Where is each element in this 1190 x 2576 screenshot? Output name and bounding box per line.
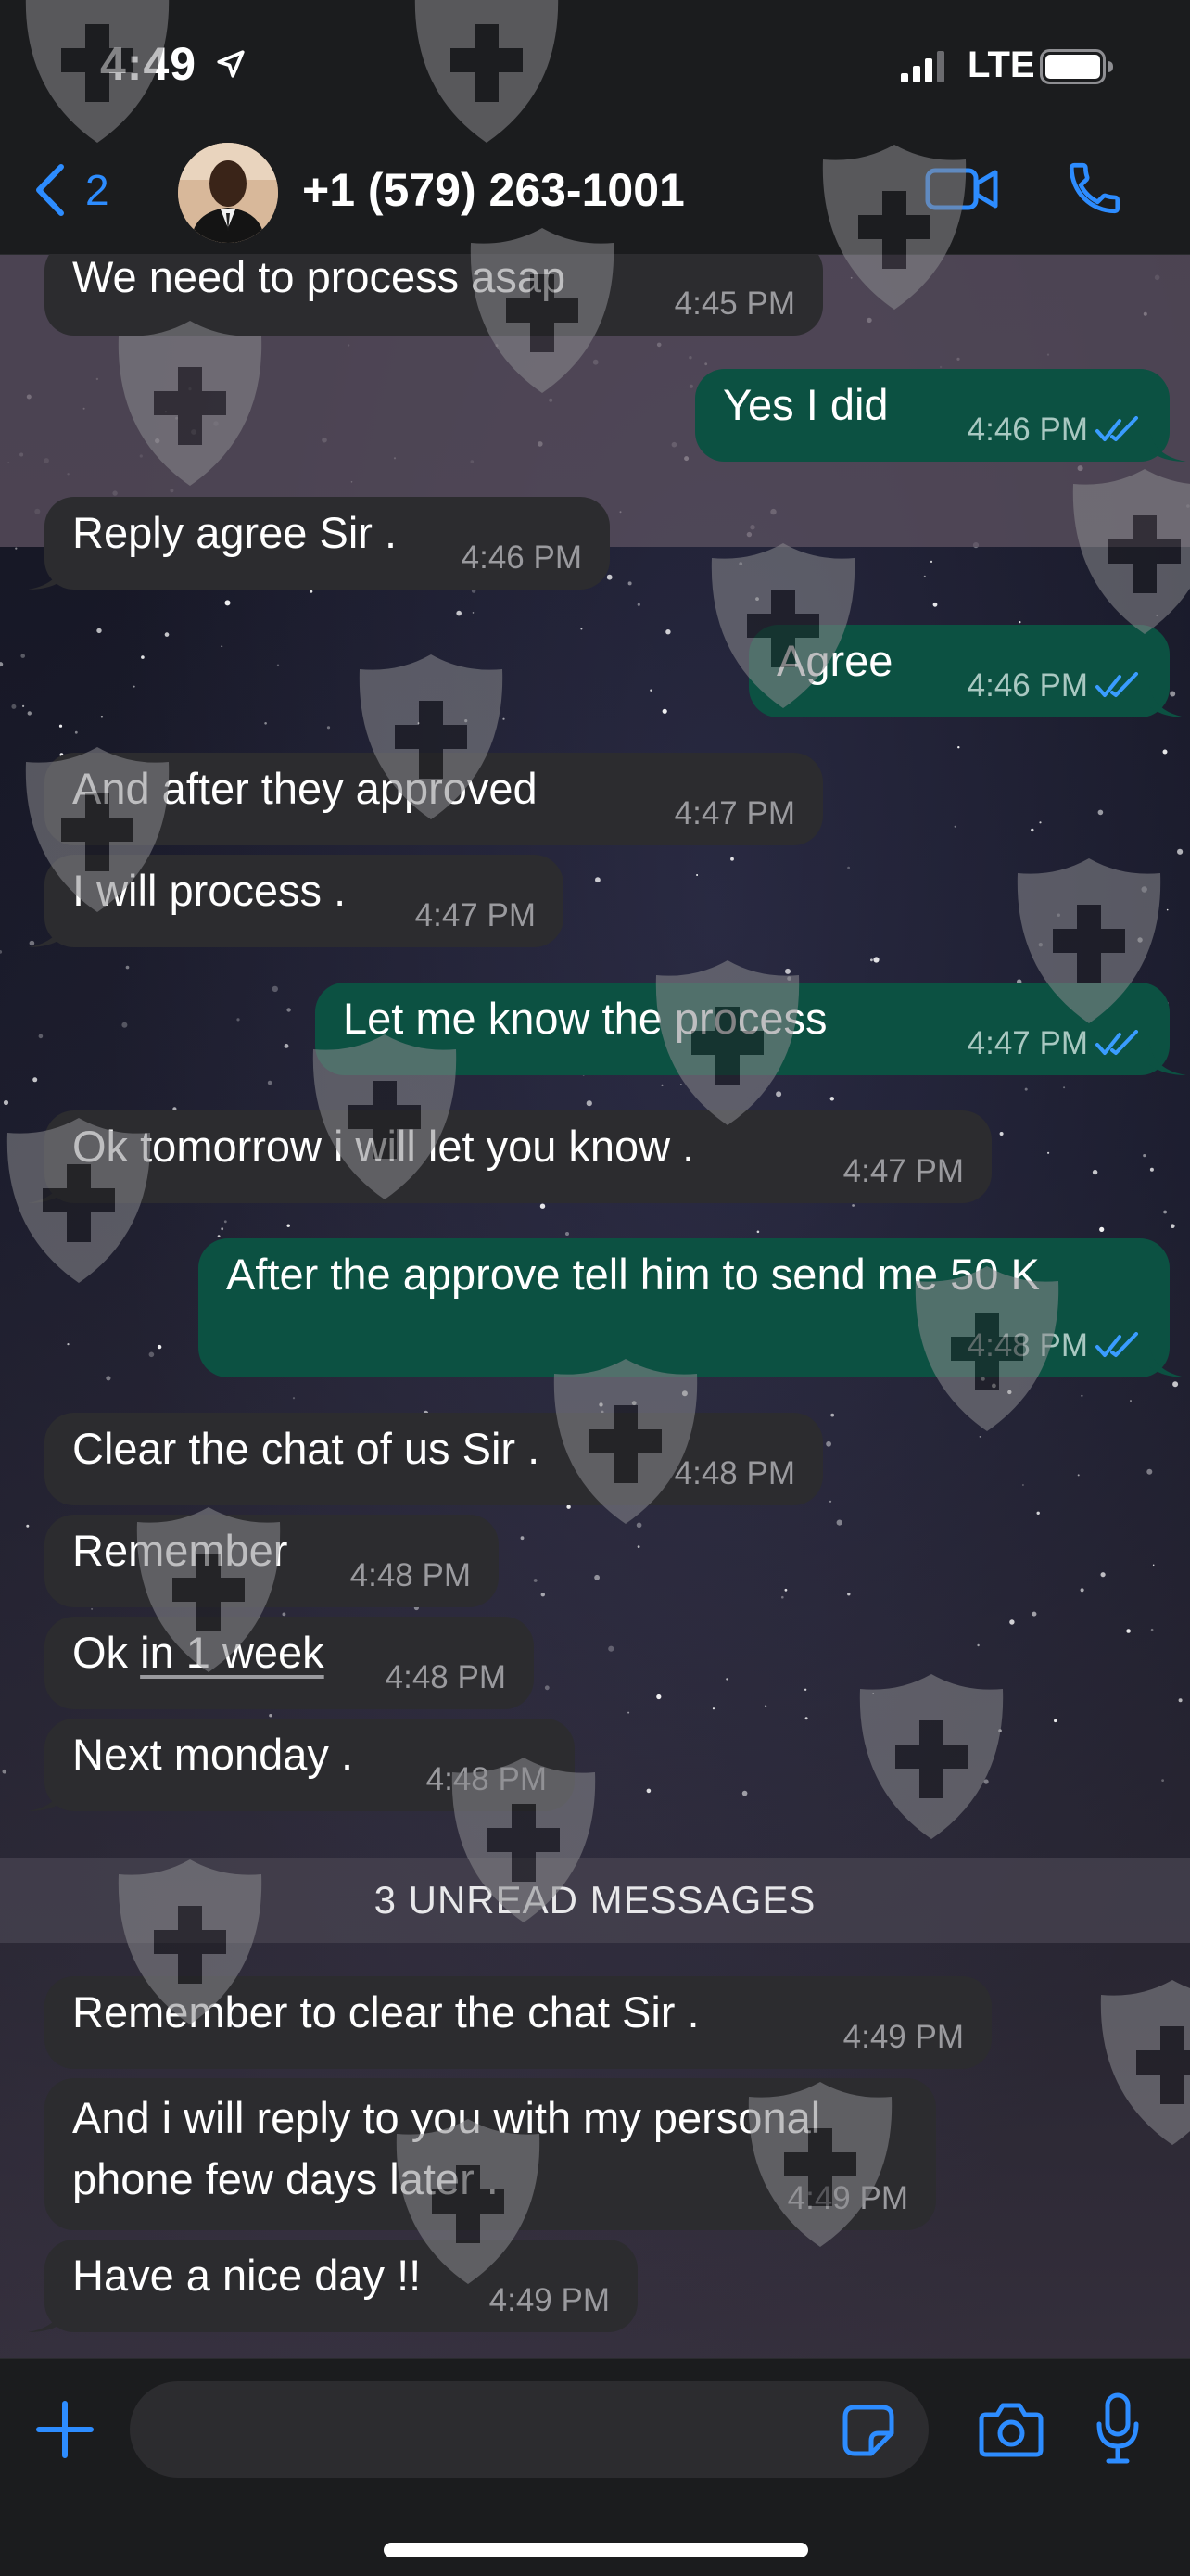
message-bubble[interactable]: Clear the chat of us Sir . 4:48 PM — [44, 1413, 823, 1505]
message-input-bar — [0, 2358, 1190, 2576]
message-text: Reply agree Sir . — [72, 508, 398, 557]
message-text: Remember — [72, 1526, 288, 1575]
contact-avatar[interactable] — [178, 143, 278, 243]
message-bubble[interactable]: Next monday . 4:48 PM — [28, 1719, 575, 1811]
message-time: 4:46 PM — [461, 539, 582, 576]
chevron-left-icon — [36, 164, 64, 216]
message-time: 4:48 PM — [967, 1327, 1088, 1364]
message-bubble[interactable]: And after they approved 4:47 PM — [44, 753, 823, 845]
sticker-icon[interactable] — [842, 2404, 895, 2457]
bubble-tail — [1149, 428, 1186, 462]
message-bubble[interactable]: Ok in 1 week 4:48 PM — [44, 1617, 534, 1709]
battery-icon — [1040, 49, 1113, 84]
message-bubble[interactable]: Ok tomorrow i will let you know . 4:47 P… — [28, 1110, 992, 1203]
message-text: Next monday . — [72, 1730, 354, 1779]
message-text: Agree — [777, 636, 893, 685]
date-link[interactable]: in 1 week — [140, 1628, 324, 1677]
bubble-tail — [28, 914, 65, 947]
read-receipt-icon — [1095, 1030, 1138, 1055]
read-receipt-icon — [1095, 1332, 1138, 1357]
message-bubble[interactable]: Let me know the process 4:47 PM — [315, 983, 1186, 1075]
phone-call-icon[interactable] — [1064, 158, 1125, 219]
message-text: Remember to clear the chat Sir . — [72, 1987, 700, 2037]
message-time: 4:49 PM — [842, 2019, 964, 2055]
message-time: 4:47 PM — [414, 897, 536, 933]
message-text: And i will reply to you with my personal… — [72, 2093, 821, 2203]
bubble-tail — [28, 1170, 65, 1203]
plus-icon[interactable] — [33, 2398, 96, 2461]
message-time: 4:47 PM — [842, 1153, 964, 1189]
bubble-tail — [1149, 1042, 1186, 1075]
message-input[interactable] — [130, 2381, 929, 2478]
message-time: 4:48 PM — [385, 1659, 506, 1695]
message-text: Yes I did — [723, 380, 889, 429]
unread-messages-divider: 3 UNREAD MESSAGES — [0, 1858, 1190, 1943]
bubble-tail — [28, 1778, 65, 1811]
message-bubble[interactable]: We need to process asap 4:45 PM — [44, 254, 823, 336]
message-text: We need to process asap — [72, 254, 566, 301]
message-text-prefix: Ok — [72, 1628, 141, 1677]
message-text: I will process . — [72, 866, 347, 915]
message-time: 4:48 PM — [349, 1557, 471, 1593]
message-text: Have a nice day !! — [72, 2251, 422, 2300]
message-bubble[interactable]: Agree 4:46 PM — [749, 625, 1186, 717]
message-bubble[interactable]: Yes I did 4:46 PM — [695, 369, 1186, 462]
read-receipt-icon — [1095, 672, 1138, 697]
location-arrow-icon — [217, 50, 245, 78]
signal-strength-icon — [901, 51, 944, 82]
camera-icon[interactable] — [979, 2400, 1044, 2457]
bubble-tail — [1149, 684, 1186, 717]
network-type-label: LTE — [968, 44, 1035, 85]
message-bubble[interactable]: And i will reply to you with my personal… — [44, 2078, 936, 2230]
status-bar: 4:49 LTE — [0, 0, 1190, 130]
message-bubble[interactable]: I will process . 4:47 PM — [28, 855, 563, 947]
message-time: 4:48 PM — [425, 1761, 547, 1797]
message-status: 4:46 PM — [968, 412, 1142, 449]
message-bubble[interactable]: Remember 4:48 PM — [44, 1515, 499, 1607]
message-text: After the approve tell him to send me 50… — [226, 1250, 1040, 1299]
person-avatar-icon — [178, 143, 278, 243]
message-list[interactable]: We need to process asap 4:45 PM Yes I di… — [0, 254, 1190, 2358]
message-status: 4:46 PM — [968, 667, 1142, 704]
back-button[interactable]: 2 — [33, 158, 109, 222]
message-time: 4:46 PM — [967, 667, 1088, 704]
read-receipt-icon — [1095, 416, 1138, 441]
bubble-tail — [28, 556, 65, 590]
message-time: 4:49 PM — [787, 2180, 908, 2216]
message-status: 4:48 PM — [968, 1327, 1142, 1364]
message-time: 4:46 PM — [967, 412, 1088, 448]
message-text: Ok tomorrow i will let you know . — [72, 1122, 695, 1171]
contact-name[interactable]: +1 (579) 263-1001 — [302, 163, 685, 217]
message-text: Clear the chat of us Sir . — [72, 1424, 540, 1473]
message-time: 4:47 PM — [674, 795, 795, 831]
message-time: 4:45 PM — [674, 286, 795, 322]
unread-chats-count: 2 — [85, 166, 109, 214]
status-time: 4:49 — [100, 38, 197, 90]
message-bubble[interactable]: Remember to clear the chat Sir . 4:49 PM — [44, 1976, 992, 2069]
home-indicator — [384, 2543, 808, 2557]
bubble-tail — [1149, 1344, 1186, 1377]
bubble-tail — [28, 2299, 65, 2332]
chat-header: 2 +1 (579) 263-1001 — [0, 130, 1190, 255]
message-bubble[interactable]: Reply agree Sir . 4:46 PM — [28, 497, 610, 590]
message-time: 4:47 PM — [967, 1025, 1088, 1061]
microphone-icon[interactable] — [1095, 2392, 1140, 2465]
video-call-icon[interactable] — [925, 161, 999, 217]
message-text: Ok in 1 week — [72, 1622, 324, 1683]
message-text: Let me know the process — [343, 994, 828, 1043]
message-text: And after they approved — [72, 764, 538, 813]
message-bubble[interactable]: After the approve tell him to send me 50… — [198, 1238, 1186, 1377]
message-time: 4:48 PM — [674, 1455, 795, 1491]
message-time: 4:49 PM — [488, 2282, 610, 2318]
message-bubble[interactable]: Have a nice day !! 4:49 PM — [28, 2240, 638, 2332]
message-status: 4:47 PM — [968, 1025, 1142, 1062]
